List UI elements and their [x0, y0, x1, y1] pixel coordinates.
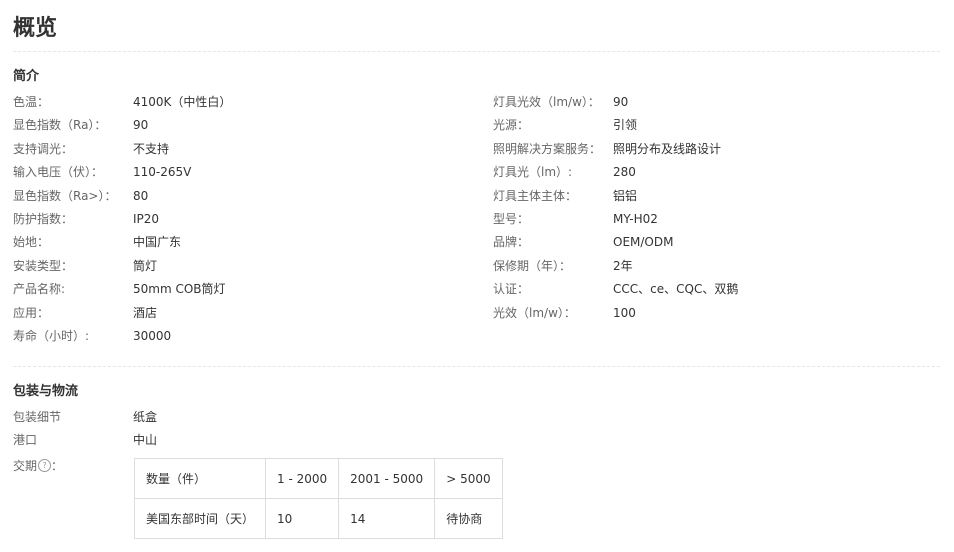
page-title: 概览: [13, 16, 58, 41]
attribute-value: 铝铝: [613, 188, 638, 203]
attribute-row: 产品名称: 50mm COB筒灯: [13, 278, 473, 301]
attribute-row: 防护指数： IP20: [13, 208, 473, 231]
product-overview-page: 概览 简介 色温： 4100K（中性白） 显色指数（Ra）： 90 支持调光： …: [0, 0, 954, 552]
attribute-row: 认证： CCC、ce、CQC、双鹅: [493, 278, 953, 301]
table-cell: 2001 - 5000: [338, 458, 436, 499]
attribute-row: 始地： 中国广东: [13, 231, 473, 254]
attribute-label: 包装细节: [13, 410, 62, 424]
attribute-value: OEM/ODM: [613, 235, 674, 250]
table-row: 数量（件） 1 - 2000 2001 - 5000 > 5000: [133, 458, 503, 499]
table-cell: 14: [338, 498, 436, 539]
attribute-row: 输入电压（伏）： 110-265V: [13, 161, 473, 184]
attribute-value: 30000: [133, 328, 172, 343]
table-cell: > 5000: [434, 458, 503, 499]
attribute-label: 港口: [13, 433, 38, 447]
attribute-label: 型号：: [493, 211, 530, 226]
attribute-row: 显色指数（Ra）： 90: [13, 114, 473, 137]
attribute-label: 色温：: [13, 95, 50, 109]
table-cell: 美国东部时间（天）: [133, 498, 267, 539]
attribute-value: CCC、ce、CQC、双鹅: [613, 282, 739, 297]
attribute-row: 支持调光： 不支持: [13, 138, 473, 161]
attribute-value: 90: [613, 95, 629, 109]
packaging-heading: 包装与物流: [13, 384, 79, 399]
lead-time-label-group: 交期?：: [13, 455, 63, 477]
attribute-value: 90: [133, 118, 149, 133]
attribute-value: MY-H02: [613, 211, 658, 226]
attribute-value: IP20: [133, 211, 160, 226]
attribute-label: 防护指数：: [13, 211, 74, 226]
attribute-row: 色温： 4100K（中性白）: [13, 91, 473, 114]
attribute-row: 灯具主体主体： 铝铝: [493, 185, 953, 208]
divider: [13, 366, 940, 367]
attribute-label: 保修期（年）：: [493, 258, 572, 273]
attribute-row: 光源： 引领: [493, 114, 953, 137]
lead-time-label: 交期: [13, 459, 38, 473]
attribute-label: 光效（lm/w）：: [493, 305, 576, 320]
attribute-value: 50mm COB筒灯: [133, 282, 226, 297]
attribute-label: 输入电压（伏）：: [13, 165, 104, 180]
table-cell: 10: [265, 498, 340, 539]
attribute-label: 安装类型：: [13, 258, 74, 273]
attribute-label: 始地：: [13, 235, 50, 250]
attribute-label: 支持调光：: [13, 141, 74, 156]
attribute-row: 保修期（年）： 2年: [493, 255, 953, 278]
table-row: 美国东部时间（天） 10 14 待协商: [133, 498, 503, 539]
attribute-value: 引领: [613, 118, 638, 133]
attribute-value: 100: [613, 305, 636, 320]
attribute-label: 灯具光（lm）:: [493, 165, 573, 180]
attribute-label: 品牌：: [493, 235, 530, 250]
attribute-value: 中国广东: [133, 235, 182, 250]
question-circle-icon[interactable]: ?: [38, 459, 52, 472]
attribute-label: 灯具主体主体：: [493, 188, 578, 203]
attribute-label: 光源：: [493, 118, 530, 133]
attribute-value: 110-265V: [133, 165, 192, 180]
attribute-row: 安装类型： 筒灯: [13, 255, 473, 278]
attribute-value: 2年: [613, 258, 633, 273]
attribute-value: 中山: [133, 433, 158, 447]
intro-heading: 简介: [13, 69, 40, 84]
table-cell: 待协商: [434, 498, 503, 539]
attribute-label: 灯具光效（lm/w）：: [493, 95, 600, 109]
lead-time-colon: ：: [51, 459, 64, 473]
lead-time-table: 数量（件） 1 - 2000 2001 - 5000 > 5000 美国东部时间…: [133, 458, 503, 539]
attribute-column-right: 灯具光效（lm/w）： 90 光源： 引领 照明解决方案服务： 照明分布及线路设…: [493, 91, 953, 325]
table-cell: 数量（件）: [133, 458, 267, 499]
attribute-value: 280: [613, 165, 636, 180]
attribute-column-left: 色温： 4100K（中性白） 显色指数（Ra）： 90 支持调光： 不支持 输入…: [13, 91, 473, 348]
attribute-value: 酒店: [133, 305, 158, 320]
table-cell: 1 - 2000: [265, 458, 340, 499]
attribute-row: 照明解决方案服务： 照明分布及线路设计: [493, 138, 953, 161]
attribute-label: 显色指数（Ra>）：: [13, 188, 117, 203]
attribute-value: 照明分布及线路设计: [613, 141, 722, 156]
attribute-row: 寿命（小时）: 30000: [13, 325, 473, 348]
attribute-value: 80: [133, 188, 149, 203]
attribute-row: 应用： 酒店: [13, 302, 473, 325]
attribute-row: 品牌： OEM/ODM: [493, 231, 953, 254]
attribute-label: 产品名称:: [13, 282, 66, 297]
attribute-label: 照明解决方案服务：: [493, 141, 602, 156]
attribute-row: 型号： MY-H02: [493, 208, 953, 231]
attribute-label: 显色指数（Ra）：: [13, 118, 107, 133]
attribute-value: 不支持: [133, 141, 170, 156]
divider: [13, 51, 940, 52]
attribute-value: 纸盒: [133, 410, 158, 424]
attribute-value: 筒灯: [133, 258, 158, 273]
attribute-row: 灯具光效（lm/w）： 90: [493, 91, 953, 114]
attribute-value: 4100K（中性白）: [133, 95, 232, 109]
attribute-label: 应用：: [13, 305, 50, 320]
attribute-row: 灯具光（lm）: 280: [493, 161, 953, 184]
attribute-row: 显色指数（Ra>）： 80: [13, 185, 473, 208]
attribute-label: 认证：: [493, 282, 530, 297]
attribute-label: 寿命（小时）:: [13, 328, 90, 343]
attribute-row: 光效（lm/w）： 100: [493, 302, 953, 325]
